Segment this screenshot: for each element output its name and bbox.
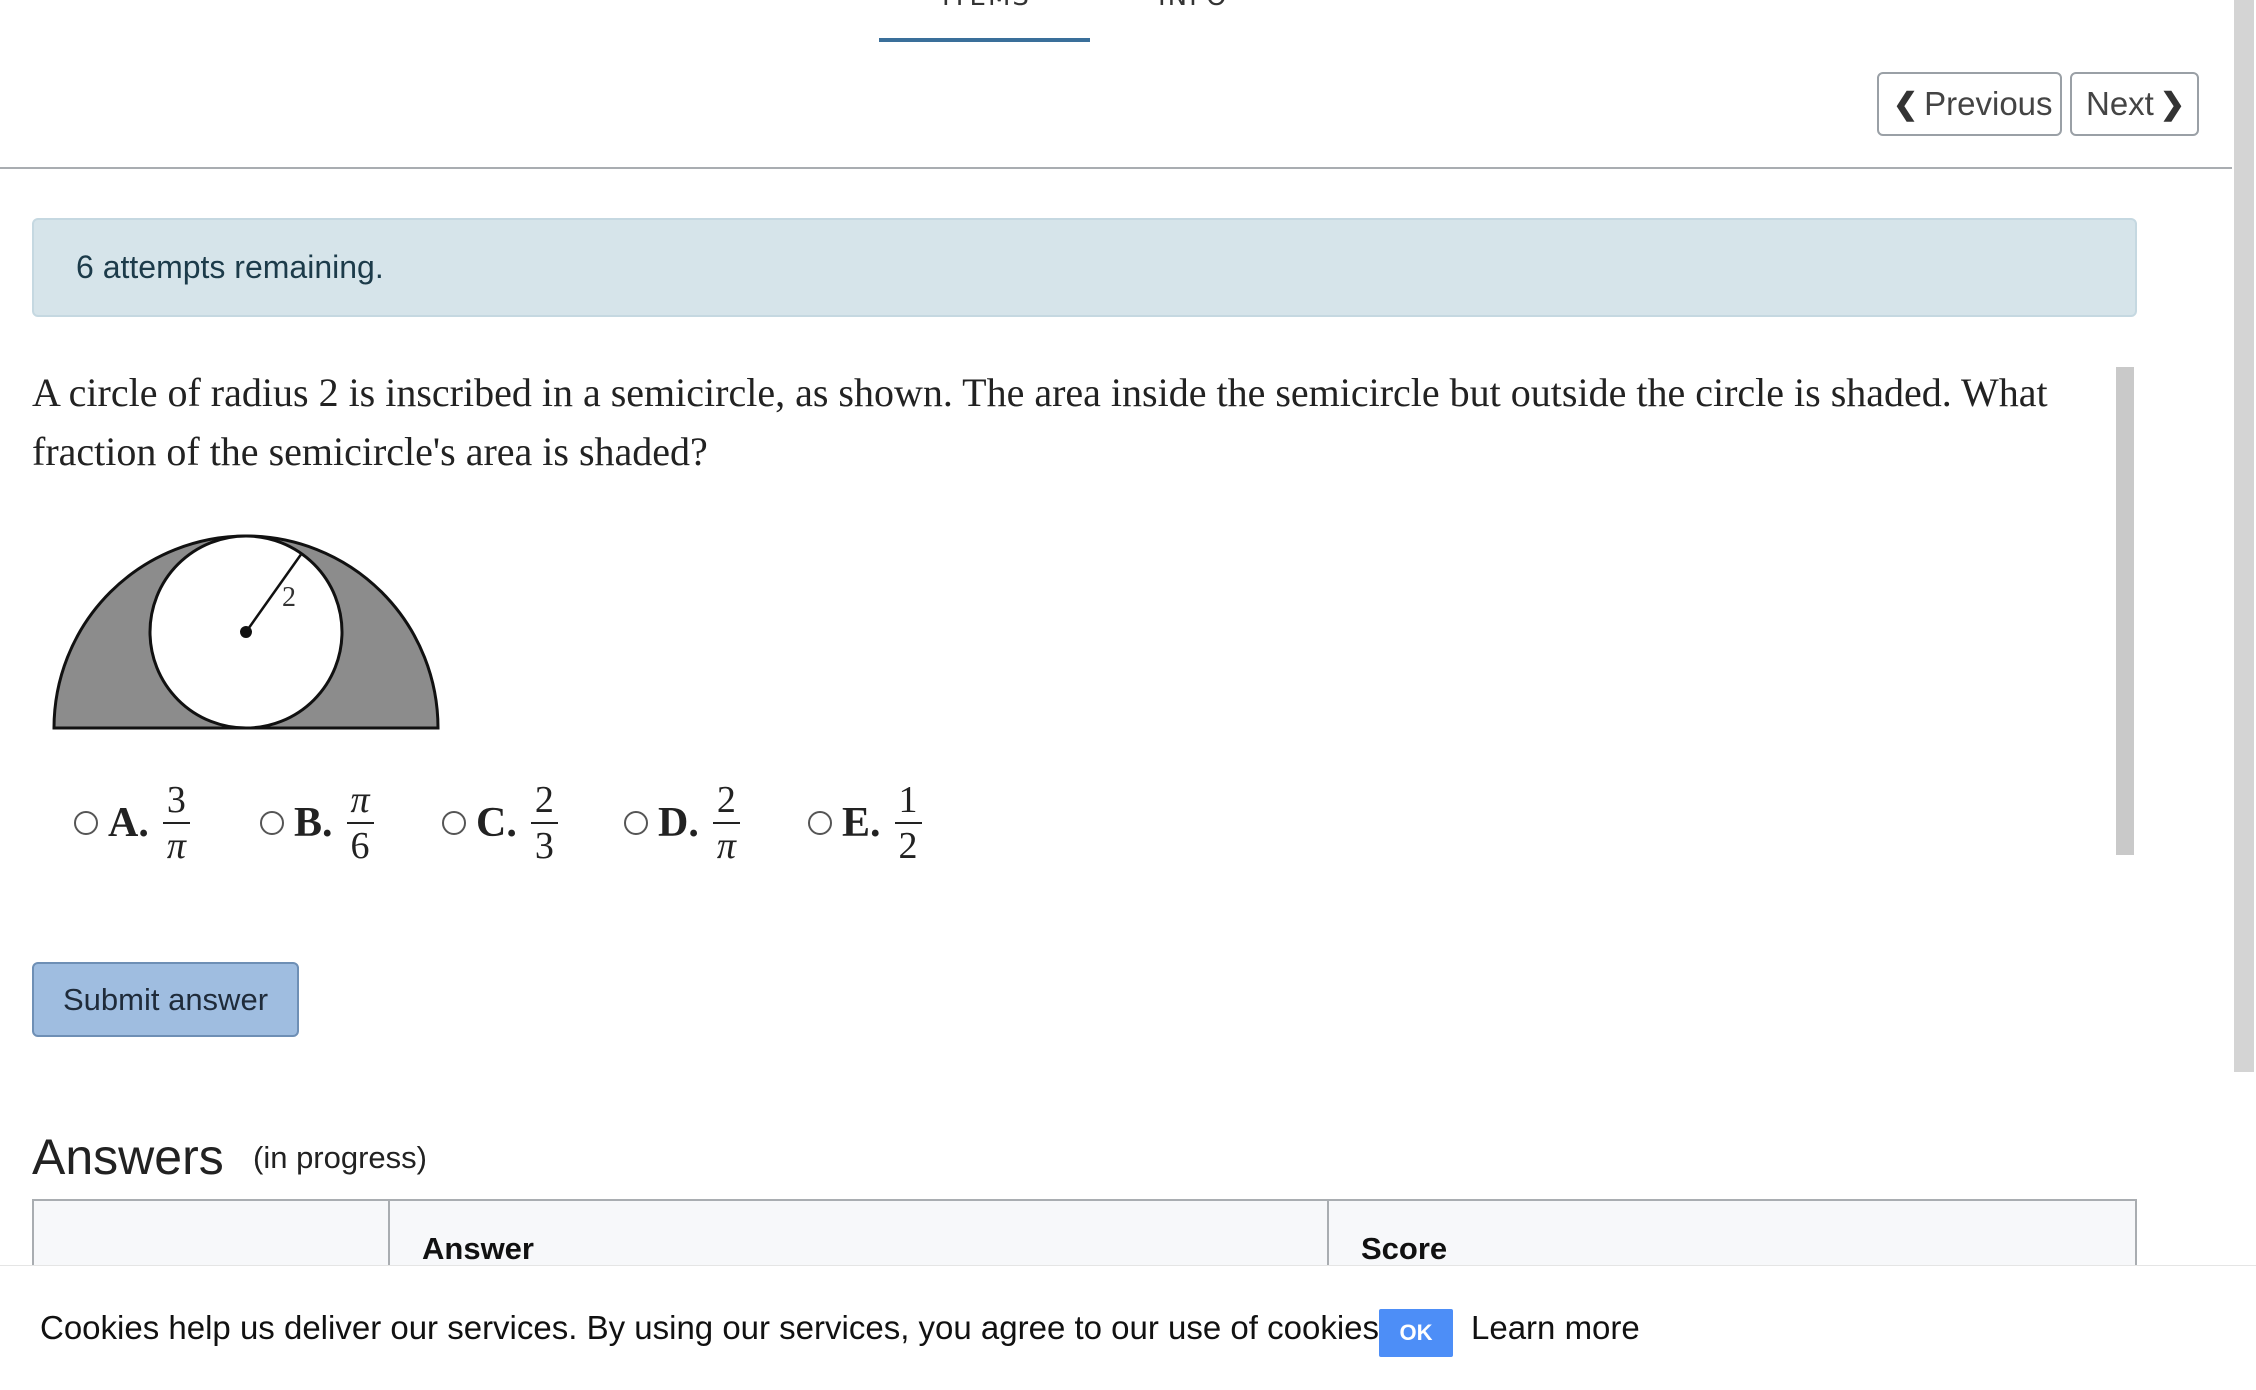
cookie-learn-more-link[interactable]: Learn more (1471, 1309, 1640, 1347)
denominator: 2 (898, 825, 918, 867)
active-tab-indicator (879, 38, 1090, 42)
tab-bar: ITEMS INFO (0, 0, 2232, 44)
attempts-alert: 6 attempts remaining. (32, 218, 2137, 317)
choice-letter: D. (658, 800, 699, 846)
radius-label: 2 (282, 582, 296, 613)
cookie-text: Cookies help us deliver our services. By… (40, 1309, 1389, 1346)
denominator: π (166, 825, 186, 867)
choice-e[interactable]: E. 1 2 (808, 773, 922, 873)
denominator: π (716, 825, 736, 867)
header-divider (0, 167, 2232, 169)
denominator: 3 (534, 825, 554, 867)
choice-fraction: 2 π (712, 778, 740, 868)
answers-status: (in progress) (253, 1140, 427, 1175)
choice-d[interactable]: D. 2 π (624, 773, 740, 873)
tab-items[interactable]: ITEMS (942, 0, 1031, 12)
next-button[interactable]: Next ❯ (2070, 72, 2199, 136)
question-text: A circle of radius 2 is inscribed in a s… (32, 370, 2048, 474)
page-scrollbar[interactable] (2234, 0, 2254, 1072)
numerator: π (346, 778, 374, 824)
choice-letter: C. (476, 800, 517, 846)
choice-a[interactable]: A. 3 π (74, 773, 190, 873)
chevron-right-icon: ❯ (2159, 87, 2185, 121)
chevron-left-icon: ❮ (1893, 87, 1919, 121)
semicircle-figure: 2 (52, 534, 440, 730)
choice-fraction: π 6 (346, 778, 374, 868)
table-header-cell: Answer (390, 1201, 1329, 1267)
denominator: 6 (350, 825, 370, 867)
submit-answer-button[interactable]: Submit answer (32, 962, 299, 1037)
radio-c[interactable] (442, 811, 466, 835)
numerator: 3 (162, 778, 190, 824)
attempts-text: 6 attempts remaining. (76, 249, 384, 285)
cookie-ok-button[interactable]: OK (1379, 1309, 1453, 1357)
column-header-score: Score (1361, 1231, 1448, 1266)
numerator: 2 (530, 778, 558, 824)
radio-a[interactable] (74, 811, 98, 835)
previous-button[interactable]: ❮ Previous (1877, 72, 2062, 136)
answers-table: Answer Score (32, 1199, 2137, 1269)
choice-letter: A. (108, 800, 149, 846)
previous-label: Previous (1924, 85, 2053, 122)
table-header-cell: Score (1329, 1201, 2135, 1267)
center-dot (240, 626, 252, 638)
cookie-banner: Cookies help us deliver our services. By… (0, 1265, 2256, 1390)
question-scrollbar[interactable] (2116, 367, 2134, 855)
choice-fraction: 1 2 (894, 778, 922, 868)
column-header-answer: Answer (422, 1231, 534, 1266)
choice-c[interactable]: C. 2 3 (442, 773, 558, 873)
choice-b[interactable]: B. π 6 (260, 773, 374, 873)
choice-letter: B. (294, 800, 333, 846)
tab-info[interactable]: INFO (1158, 0, 1229, 12)
radio-d[interactable] (624, 811, 648, 835)
answers-heading: Answers (32, 1129, 224, 1185)
choice-fraction: 2 3 (530, 778, 558, 868)
numerator: 1 (894, 778, 922, 824)
radio-b[interactable] (260, 811, 284, 835)
table-header-cell (34, 1201, 390, 1267)
next-label: Next (2086, 85, 2154, 122)
radio-e[interactable] (808, 811, 832, 835)
choice-fraction: 3 π (162, 778, 190, 868)
choice-letter: E. (842, 800, 881, 846)
numerator: 2 (712, 778, 740, 824)
